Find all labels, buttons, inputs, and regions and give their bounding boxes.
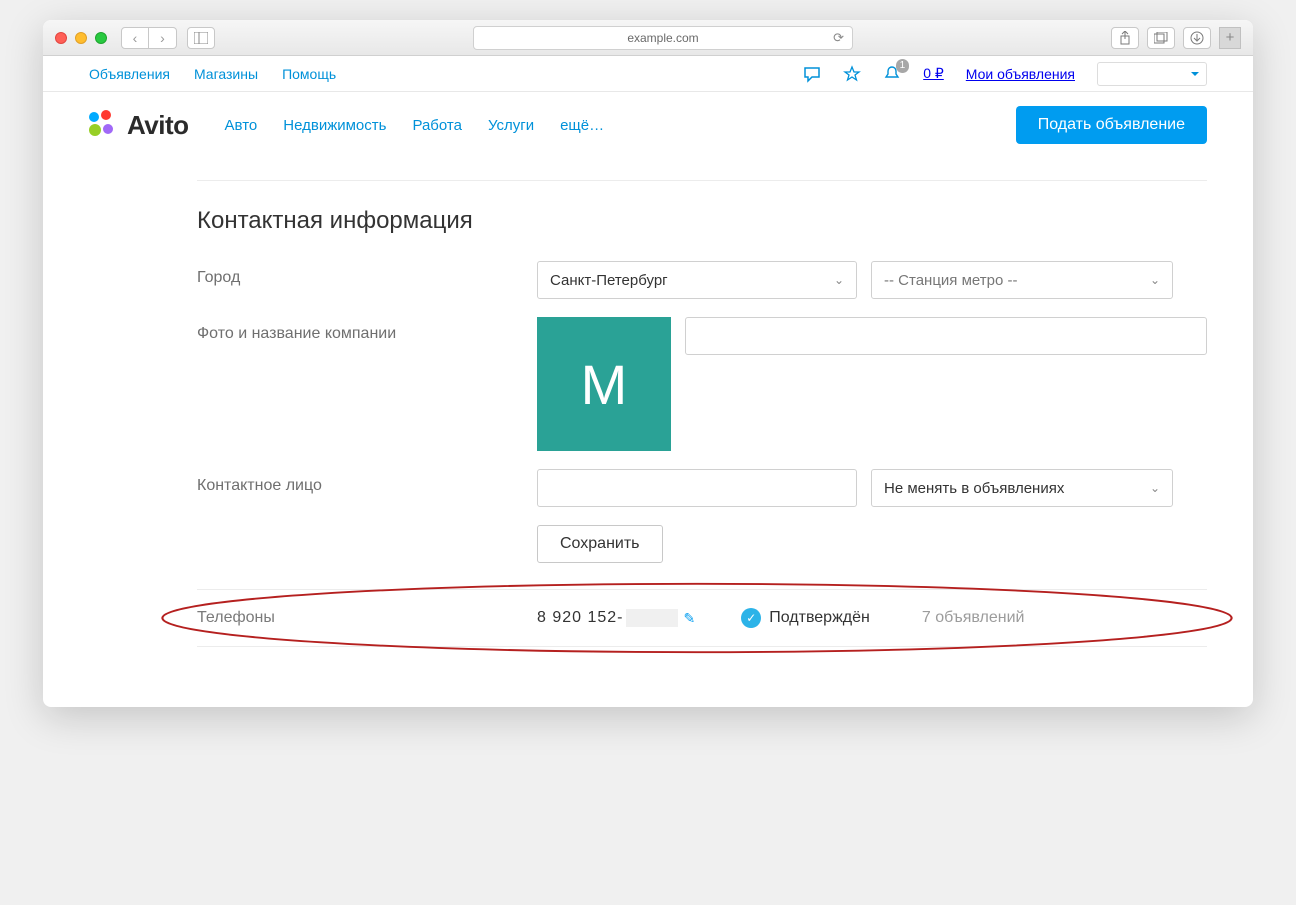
logo-text: Avito <box>127 110 189 141</box>
verified-check-icon: ✓ <box>741 608 761 628</box>
save-button[interactable]: Сохранить <box>537 525 663 563</box>
chevron-down-icon: ⌄ <box>1150 481 1160 495</box>
logo-icon <box>89 110 119 140</box>
tabs-button[interactable] <box>1147 27 1175 49</box>
contact-mode-select[interactable]: Не менять в объявлениях ⌄ <box>871 469 1173 507</box>
download-icon <box>1190 31 1204 45</box>
phone-redacted <box>626 609 678 627</box>
topbar-link-listings[interactable]: Объявления <box>89 66 170 82</box>
divider <box>197 180 1207 181</box>
phones-section: Телефоны 8 920 152- ✎ ✓ Подтверждён 7 об… <box>197 589 1207 647</box>
phones-label: Телефоны <box>197 609 537 627</box>
my-listings-link[interactable]: Мои объявления <box>966 66 1075 82</box>
metro-placeholder: -- Станция метро -- <box>884 272 1017 289</box>
user-dropdown[interactable] <box>1097 62 1207 86</box>
verified-label: Подтверждён <box>769 609 870 627</box>
content: Контактная информация Город Санкт-Петерб… <box>43 160 1253 707</box>
balance-link[interactable]: 0 ₽ <box>923 65 944 82</box>
phone-number: 8 920 152- <box>537 609 678 627</box>
site-header: Avito Авто Недвижимость Работа Услуги ещ… <box>43 92 1253 160</box>
sidebar-toggle[interactable] <box>187 27 215 49</box>
favorites-icon[interactable] <box>843 65 861 83</box>
new-tab-button[interactable]: + <box>1219 27 1241 49</box>
topbar-link-shops[interactable]: Магазины <box>194 66 258 82</box>
browser-window: ‹ › example.com ⟳ + Объявления Магазин <box>43 20 1253 707</box>
company-initial: М <box>581 352 628 417</box>
share-icon <box>1119 31 1131 45</box>
url-text: example.com <box>627 31 698 45</box>
post-ad-button[interactable]: Подать объявление <box>1016 106 1207 144</box>
city-label: Город <box>197 261 537 287</box>
notifications-badge: 1 <box>896 59 910 73</box>
messages-icon[interactable] <box>803 65 821 83</box>
tabs-icon <box>1154 32 1168 44</box>
forward-button[interactable]: › <box>149 27 177 49</box>
edit-phone-icon[interactable]: ✎ <box>684 610 696 627</box>
contact-label: Контактное лицо <box>197 469 537 495</box>
company-label: Фото и название компании <box>197 317 537 343</box>
company-photo[interactable]: М <box>537 317 671 451</box>
cat-realty[interactable]: Недвижимость <box>283 117 386 134</box>
reload-icon[interactable]: ⟳ <box>833 30 844 46</box>
maximize-window-button[interactable] <box>95 32 107 44</box>
contact-person-input[interactable] <box>537 469 857 507</box>
topbar-link-help[interactable]: Помощь <box>282 66 336 82</box>
city-value: Санкт-Петербург <box>550 272 668 289</box>
close-window-button[interactable] <box>55 32 67 44</box>
titlebar: ‹ › example.com ⟳ + <box>43 20 1253 56</box>
metro-select[interactable]: -- Станция метро -- ⌄ <box>871 261 1173 299</box>
cat-auto[interactable]: Авто <box>225 117 258 134</box>
share-button[interactable] <box>1111 27 1139 49</box>
listings-count: 7 объявлений <box>922 609 1025 627</box>
minimize-window-button[interactable] <box>75 32 87 44</box>
cat-more[interactable]: ещё… <box>560 117 604 134</box>
sidebar-icon <box>194 32 208 44</box>
contact-mode-value: Не менять в объявлениях <box>884 480 1064 497</box>
logo[interactable]: Avito <box>89 110 189 141</box>
cat-services[interactable]: Услуги <box>488 117 534 134</box>
section-title: Контактная информация <box>197 207 1207 235</box>
downloads-button[interactable] <box>1183 27 1211 49</box>
city-select[interactable]: Санкт-Петербург ⌄ <box>537 261 857 299</box>
cat-jobs[interactable]: Работа <box>412 117 462 134</box>
notifications-icon[interactable]: 1 <box>883 65 901 83</box>
chevron-down-icon: ⌄ <box>834 273 844 287</box>
back-button[interactable]: ‹ <box>121 27 149 49</box>
company-name-input[interactable] <box>685 317 1207 355</box>
address-bar[interactable]: example.com ⟳ <box>473 26 853 50</box>
chevron-down-icon: ⌄ <box>1150 273 1160 287</box>
traffic-lights <box>55 32 107 44</box>
site-topbar: Объявления Магазины Помощь 1 0 ₽ Мои объ… <box>43 56 1253 92</box>
